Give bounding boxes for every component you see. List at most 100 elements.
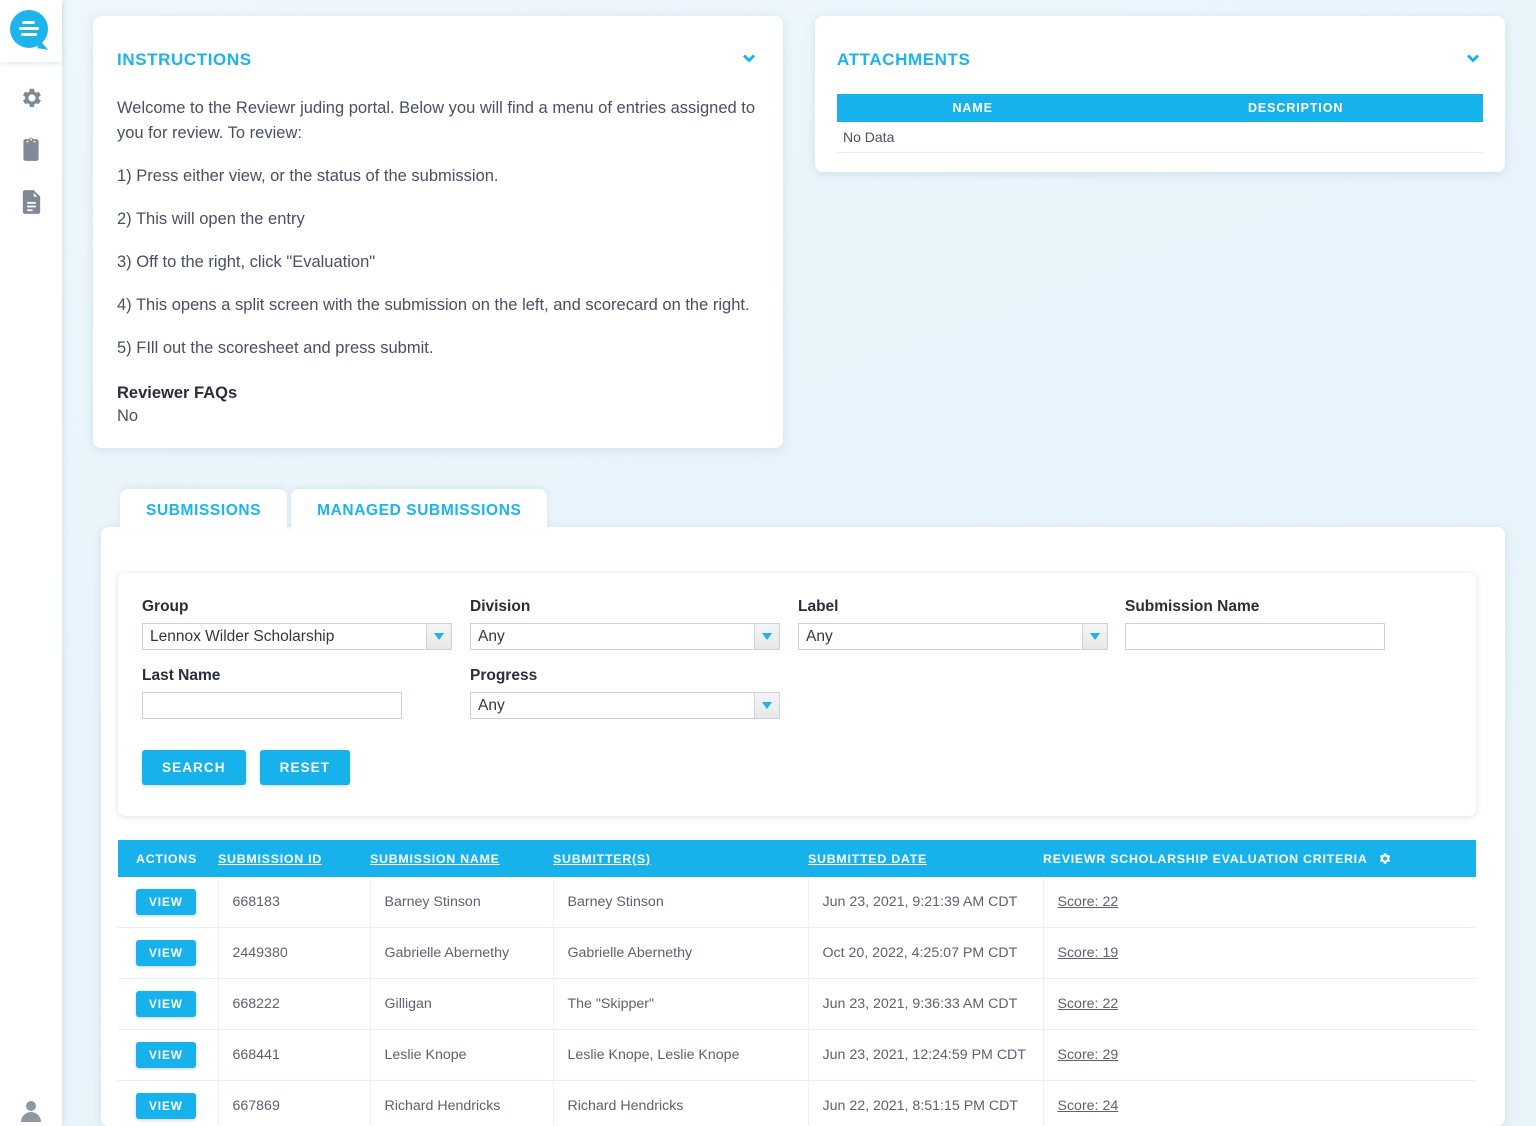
score-link[interactable]: Score: 22 — [1058, 996, 1119, 1012]
cell-score: Score: 22 — [1043, 877, 1476, 928]
instructions-collapse-toggle[interactable] — [739, 50, 759, 70]
cell-score: Score: 19 — [1043, 928, 1476, 979]
sidebar-item-documents[interactable] — [0, 178, 62, 230]
attachments-col-description: DESCRIPTION — [1108, 94, 1483, 122]
filter-group-label: Group — [142, 598, 452, 616]
attachments-collapse-toggle[interactable] — [1463, 50, 1483, 70]
score-link[interactable]: Score: 19 — [1058, 945, 1119, 961]
attachments-card: ATTACHMENTS NAME DESCRIPTION No Data — [815, 16, 1505, 172]
group-select-value: Lennox Wilder Scholarship — [143, 628, 334, 646]
filter-group: Group Lennox Wilder Scholarship — [142, 598, 452, 650]
cell-submitted-date: Jun 23, 2021, 9:36:33 AM CDT — [808, 979, 1043, 1030]
cell-submission-id: 668222 — [218, 979, 370, 1030]
cell-actions: VIEW — [118, 928, 218, 979]
cell-submission-name: Barney Stinson — [370, 877, 553, 928]
view-button[interactable]: VIEW — [136, 889, 196, 915]
tab-submissions[interactable]: SUBMISSIONS — [120, 489, 287, 532]
instructions-card: INSTRUCTIONS Welcome to the Reviewr judi… — [93, 16, 783, 448]
cell-submission-name: Gabrielle Abernethy — [370, 928, 553, 979]
clipboard-icon — [19, 137, 43, 168]
table-row: VIEW2449380Gabrielle AbernethyGabrielle … — [118, 928, 1476, 979]
attachments-empty-row: No Data — [837, 122, 1483, 153]
search-button[interactable]: SEARCH — [142, 750, 246, 785]
submissions-header-row: ACTIONS SUBMISSION ID SUBMISSION NAME SU… — [118, 840, 1476, 877]
column-actions: ACTIONS — [118, 840, 218, 877]
table-row: VIEW668441Leslie KnopeLeslie Knope, Lesl… — [118, 1030, 1476, 1081]
chevron-down-icon — [754, 624, 779, 649]
submissions-panel: Group Lennox Wilder Scholarship Division… — [101, 527, 1505, 1126]
view-button[interactable]: VIEW — [136, 1042, 196, 1068]
cell-submitted-date: Jun 23, 2021, 9:21:39 AM CDT — [808, 877, 1043, 928]
tab-bar: SUBMISSIONS MANAGED SUBMISSIONS — [120, 489, 547, 532]
instructions-paragraph: 5) FIll out the scoresheet and press sub… — [117, 336, 759, 361]
submissions-table-wrapper: ACTIONS SUBMISSION ID SUBMISSION NAME SU… — [118, 840, 1476, 1126]
cell-submitters: Barney Stinson — [553, 877, 808, 928]
cell-actions: VIEW — [118, 1030, 218, 1081]
filter-label: Label Any — [798, 598, 1108, 650]
instructions-paragraph: 1) Press either view, or the status of t… — [117, 164, 759, 189]
submissions-table: ACTIONS SUBMISSION ID SUBMISSION NAME SU… — [118, 840, 1476, 1126]
progress-select[interactable]: Any — [470, 692, 780, 719]
sidebar-nav — [0, 62, 62, 230]
app-logo[interactable] — [0, 0, 62, 62]
instructions-paragraph: 2) This will open the entry — [117, 207, 759, 232]
cell-submitted-date: Jun 22, 2021, 8:51:15 PM CDT — [808, 1081, 1043, 1126]
cell-submitters: Leslie Knope, Leslie Knope — [553, 1030, 808, 1081]
score-link[interactable]: Score: 29 — [1058, 1047, 1119, 1063]
attachments-title: ATTACHMENTS — [837, 50, 970, 70]
filter-submission-name-label: Submission Name — [1125, 598, 1385, 616]
gear-icon — [18, 85, 44, 116]
attachments-empty-text: No Data — [837, 122, 1483, 153]
chevron-down-icon — [1082, 624, 1107, 649]
instructions-paragraph: 3) Off to the right, click "Evaluation" — [117, 250, 759, 275]
chevron-down-icon — [754, 693, 779, 718]
last-name-input[interactable] — [142, 692, 402, 719]
score-link[interactable]: Score: 24 — [1058, 1098, 1119, 1114]
view-button[interactable]: VIEW — [136, 940, 196, 966]
cell-submission-id: 668441 — [218, 1030, 370, 1081]
sidebar-item-profile[interactable] — [0, 1098, 62, 1126]
group-select[interactable]: Lennox Wilder Scholarship — [142, 623, 452, 650]
label-select[interactable]: Any — [798, 623, 1108, 650]
attachments-table: NAME DESCRIPTION No Data — [837, 94, 1483, 153]
cell-submission-name: Richard Hendricks — [370, 1081, 553, 1126]
column-evaluation-criteria-label: REVIEWR SCHOLARSHIP EVALUATION CRITERIA — [1043, 852, 1368, 866]
instructions-body: Welcome to the Reviewr juding portal. Be… — [117, 96, 759, 426]
submission-name-input[interactable] — [1125, 623, 1385, 650]
cell-submitted-date: Oct 20, 2022, 4:25:07 PM CDT — [808, 928, 1043, 979]
user-icon — [19, 1098, 43, 1126]
cell-submitters: The "Skipper" — [553, 979, 808, 1030]
column-submission-name: SUBMISSION NAME — [370, 840, 553, 877]
progress-select-value: Any — [471, 697, 505, 715]
filter-progress: Progress Any — [470, 667, 780, 719]
column-submission-id: SUBMISSION ID — [218, 840, 370, 877]
filter-progress-label: Progress — [470, 667, 780, 685]
table-row: VIEW668222GilliganThe "Skipper"Jun 23, 2… — [118, 979, 1476, 1030]
filter-last-name: Last Name — [142, 667, 402, 719]
reset-button[interactable]: RESET — [260, 750, 351, 785]
document-icon — [20, 189, 43, 220]
sidebar-item-settings[interactable] — [0, 74, 62, 126]
reviewer-faq-value: No — [117, 407, 759, 426]
division-select-value: Any — [471, 628, 505, 646]
column-evaluation-criteria: REVIEWR SCHOLARSHIP EVALUATION CRITERIA — [1043, 840, 1476, 877]
cell-actions: VIEW — [118, 979, 218, 1030]
filter-label-label: Label — [798, 598, 1108, 616]
instructions-paragraph: Welcome to the Reviewr juding portal. Be… — [117, 96, 759, 146]
chevron-down-icon — [739, 50, 759, 70]
score-link[interactable]: Score: 22 — [1058, 894, 1119, 910]
sidebar-item-clipboard[interactable] — [0, 126, 62, 178]
instructions-title: INSTRUCTIONS — [117, 50, 252, 70]
cell-submission-id: 2449380 — [218, 928, 370, 979]
reviewr-logo-icon — [10, 10, 52, 52]
view-button[interactable]: VIEW — [136, 1093, 196, 1119]
tab-managed-submissions[interactable]: MANAGED SUBMISSIONS — [291, 489, 547, 532]
gear-icon[interactable] — [1377, 851, 1392, 866]
column-submitted-date: SUBMITTED DATE — [808, 840, 1043, 877]
division-select[interactable]: Any — [470, 623, 780, 650]
table-row: VIEW667869Richard HendricksRichard Hendr… — [118, 1081, 1476, 1126]
attachments-header-row: NAME DESCRIPTION — [837, 94, 1483, 122]
cell-score: Score: 24 — [1043, 1081, 1476, 1126]
column-submitters: SUBMITTER(S) — [553, 840, 808, 877]
view-button[interactable]: VIEW — [136, 991, 196, 1017]
